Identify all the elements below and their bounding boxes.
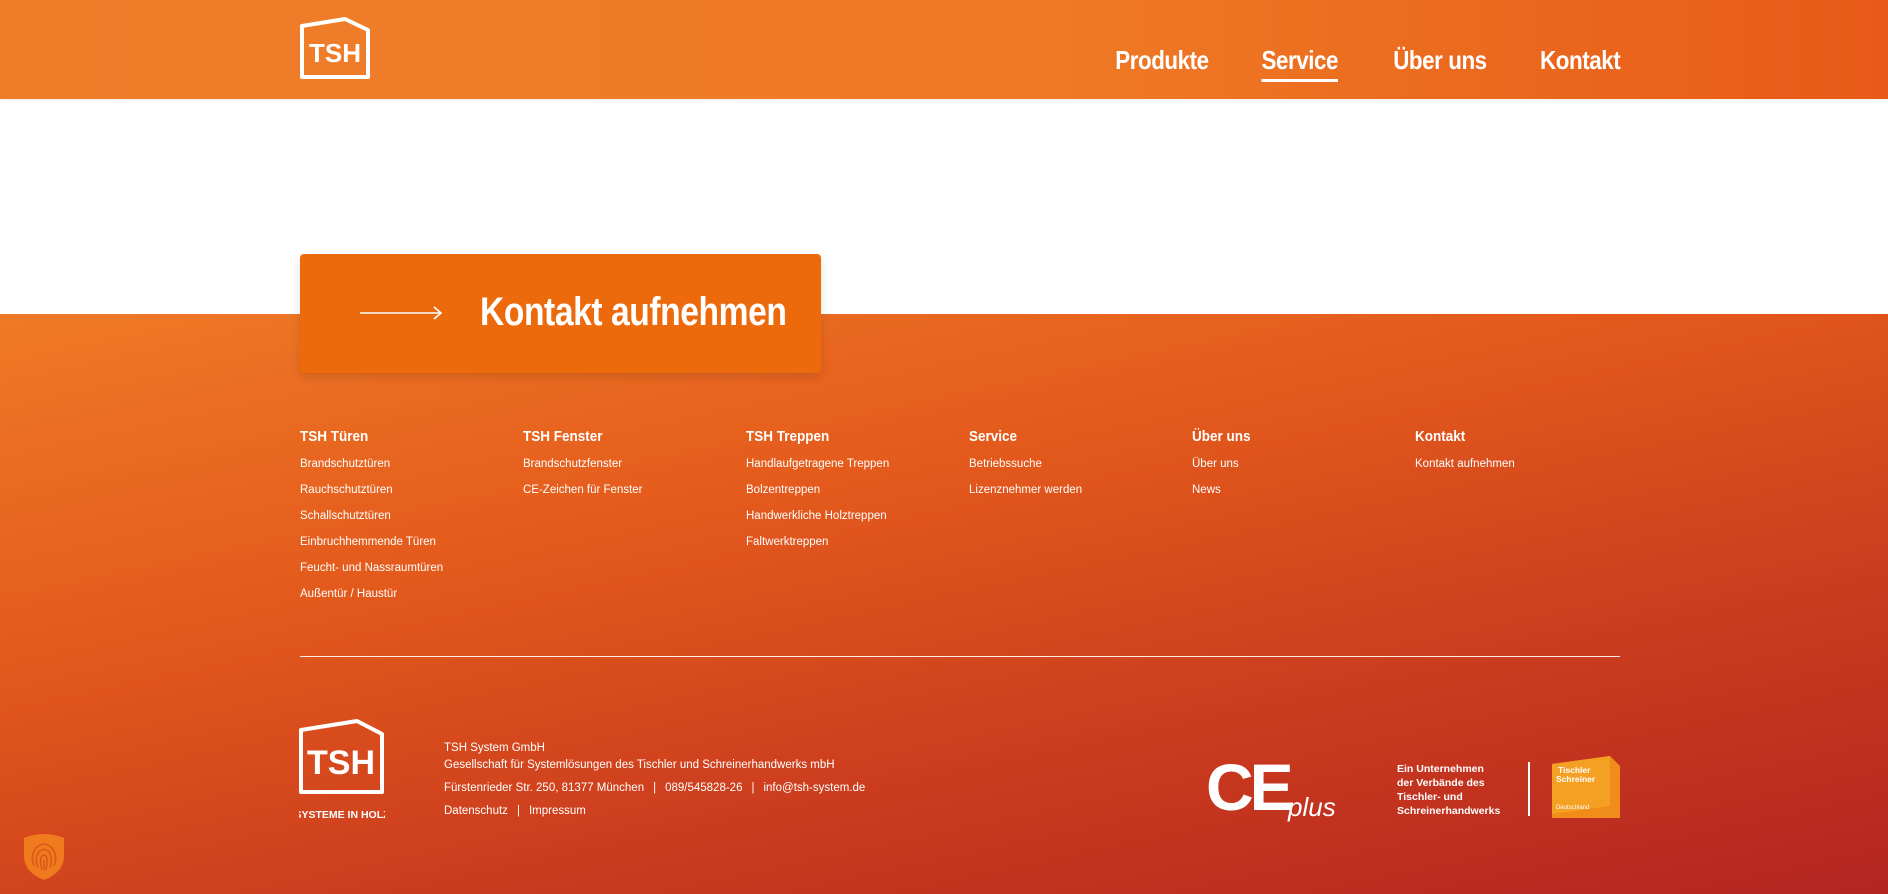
footer-col-fenster: TSH Fenster Brandschutzfenster CE-Zeiche… xyxy=(523,428,733,509)
footer-col-title: TSH Türen xyxy=(300,428,369,445)
footer-col-title: TSH Fenster xyxy=(523,428,603,445)
svg-text:Schreiner: Schreiner xyxy=(1556,774,1596,784)
contact-cta-label: Kontakt aufnehmen xyxy=(480,290,787,334)
nav-kontakt[interactable]: Kontakt xyxy=(1540,45,1621,80)
company-address: TSH System GmbH Gesellschaft für Systeml… xyxy=(444,740,865,820)
footer-link[interactable]: News xyxy=(1192,483,1402,497)
footer-link[interactable]: Schallschutztüren xyxy=(300,509,510,523)
company-name: TSH System GmbH xyxy=(444,742,545,754)
legal-links: Datenschutz | Impressum xyxy=(444,803,865,820)
footer-link[interactable]: Rauchschutztüren xyxy=(300,483,510,497)
footer-link[interactable]: Betriebssuche xyxy=(969,457,1179,471)
ce-mark: CE xyxy=(1206,754,1292,822)
tsh-footer-logo-text: TSH xyxy=(307,744,375,782)
footer-link[interactable]: Außentür / Haustür xyxy=(300,587,510,601)
footer-col-ueber-uns: Über uns Über uns News xyxy=(1192,428,1402,509)
fingerprint-privacy-icon[interactable] xyxy=(20,830,68,880)
footer-link[interactable]: Faltwerktreppen xyxy=(746,535,956,549)
footer-col-title: Kontakt xyxy=(1415,428,1466,445)
separator: | xyxy=(516,805,520,817)
footer-divider xyxy=(300,656,1620,657)
footer-link[interactable]: Lizenznehmer werden xyxy=(969,483,1179,497)
nav-service[interactable]: Service xyxy=(1261,45,1338,82)
footer-link[interactable]: Feucht- und Nassraumtüren xyxy=(300,561,510,575)
impressum-link[interactable]: Impressum xyxy=(529,805,586,817)
main-nav: Produkte Service Über uns Kontakt xyxy=(1100,45,1621,82)
ce-plus-text: plus xyxy=(1287,792,1336,822)
contact-cta-button[interactable]: Kontakt aufnehmen xyxy=(300,254,821,373)
separator: | xyxy=(751,782,755,794)
email-link[interactable]: info@tsh-system.de xyxy=(763,782,865,794)
nav-produkte[interactable]: Produkte xyxy=(1116,45,1210,80)
footer-link[interactable]: Handwerkliche Holztreppen xyxy=(746,509,956,523)
verband-line: Tischler- und xyxy=(1397,791,1463,803)
footer-link[interactable]: Bolzentreppen xyxy=(746,483,956,497)
footer-link[interactable]: CE-Zeichen für Fenster xyxy=(523,483,733,497)
separator: | xyxy=(653,782,657,794)
verband-line: Schreinerhandwerks xyxy=(1397,805,1501,817)
verband-separator xyxy=(1528,762,1530,816)
footer-col-title: Service xyxy=(969,428,1018,445)
site-header: TSH Produkte Service Über uns Kontakt xyxy=(0,0,1888,99)
footer-col-tueren: TSH Türen Brandschutztüren Rauchschutztü… xyxy=(300,428,510,613)
footer-link[interactable]: Über uns xyxy=(1192,457,1402,471)
contact-line: Fürstenrieder Str. 250, 81377 München | 08… xyxy=(444,780,865,797)
footer-link[interactable]: Brandschutzfenster xyxy=(523,457,733,471)
tsh-logo-text: TSH xyxy=(309,38,361,68)
footer-col-title: TSH Treppen xyxy=(746,428,830,445)
footer-link[interactable]: Handlaufgetragene Treppen xyxy=(746,457,956,471)
footer-col-treppen: TSH Treppen Handlaufgetragene Treppen Bo… xyxy=(746,428,956,561)
company-description: Gesellschaft für Systemlösungen des Tisc… xyxy=(444,759,835,771)
ce-plus-logo: CE plus xyxy=(1206,754,1336,822)
footer-col-service: Service Betriebssuche Lizenznehmer werde… xyxy=(969,428,1179,509)
tsh-footer-logo[interactable]: TSH SYSTEME IN HOLZ xyxy=(299,718,385,822)
footer-link[interactable]: Kontakt aufnehmen xyxy=(1415,457,1625,471)
verband-line: Ein Unternehmen xyxy=(1397,763,1484,775)
nav-ueber-uns[interactable]: Über uns xyxy=(1393,45,1487,80)
verband-text: Ein Unternehmen der Verbände des Tischle… xyxy=(1397,762,1500,818)
verband-line: der Verbände des xyxy=(1397,777,1485,789)
footer-link[interactable]: Einbruchhemmende Türen xyxy=(300,535,510,549)
phone-link[interactable]: 089/545828-26 xyxy=(665,782,742,794)
address-text: Fürstenrieder Str. 250, 81377 München xyxy=(444,782,645,794)
datenschutz-link[interactable]: Datenschutz xyxy=(444,805,508,817)
footer-col-kontakt: Kontakt Kontakt aufnehmen xyxy=(1415,428,1625,483)
tsh-logo[interactable]: TSH xyxy=(299,16,371,80)
arrow-right-icon xyxy=(360,306,443,320)
tischler-schreiner-badge: Tischler Schreiner Deutschland xyxy=(1552,756,1620,818)
svg-text:Deutschland: Deutschland xyxy=(1556,805,1589,811)
footer-link[interactable]: Brandschutztüren xyxy=(300,457,510,471)
logo-tagline: SYSTEME IN HOLZ xyxy=(299,809,385,821)
footer-col-title: Über uns xyxy=(1192,428,1251,445)
